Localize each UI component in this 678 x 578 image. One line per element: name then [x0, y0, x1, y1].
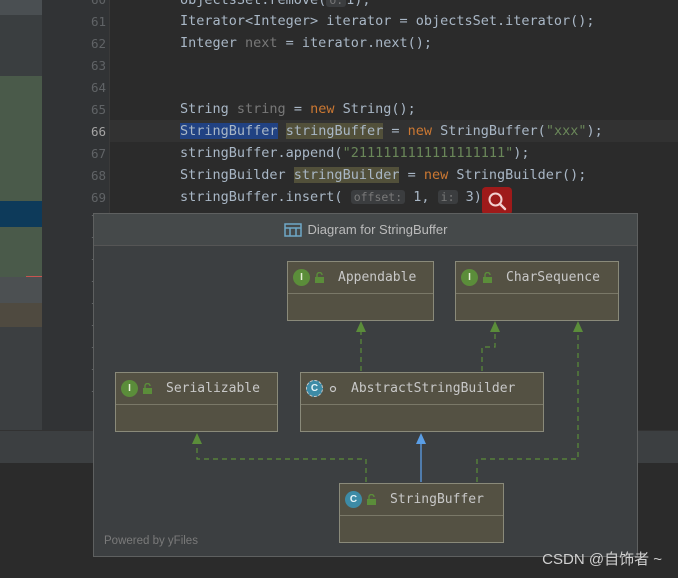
unused-variable: string: [236, 101, 286, 117]
parameter-hint: o:: [326, 0, 347, 7]
keyword: new: [423, 167, 449, 183]
keyword: new: [310, 101, 335, 117]
implements-edge: [481, 321, 500, 371]
panel-row: [0, 277, 42, 303]
package-private-icon: [329, 385, 337, 392]
line-number: 60: [42, 0, 106, 11]
code-line[interactable]: Iterator<Integer> iterator = objectsSet.…: [180, 10, 595, 32]
code-token: 1,: [405, 189, 438, 205]
code-line[interactable]: stringBuffer.append("2111111111111111111…: [180, 142, 530, 164]
parameter-hint: i:: [437, 190, 458, 204]
node-header: I Serializable: [116, 373, 277, 405]
line-number: 67: [90, 146, 106, 161]
node-charsequence[interactable]: I CharSequence: [455, 261, 619, 321]
watermark: CSDN @自饰者 ~: [542, 551, 662, 568]
line-number: 62: [90, 36, 106, 51]
node-name: Appendable: [338, 270, 417, 285]
implements-edge: [356, 321, 366, 371]
node-name: Serializable: [166, 381, 260, 396]
line-number-current: 66: [90, 124, 106, 139]
code-token: objectsSet.remove(: [180, 0, 327, 8]
interface-icon: I: [293, 269, 310, 286]
code-token: 1);: [346, 0, 371, 8]
panel-row: [0, 327, 42, 430]
code-token: stringBuffer.insert(: [180, 189, 351, 205]
search-icon[interactable]: [482, 187, 512, 215]
code-line[interactable]: stringBuffer.insert( offset: 1, i: 3);: [180, 186, 490, 208]
interface-icon: I: [121, 380, 138, 397]
code-token: stringBuffer.append(: [180, 145, 343, 161]
variable-usage-highlight: stringBuffer: [285, 123, 384, 139]
code-token: =: [383, 123, 408, 139]
unused-variable: next: [245, 35, 278, 51]
code-token: =: [285, 101, 311, 117]
node-name: StringBuffer: [390, 492, 484, 507]
interface-icon: I: [461, 269, 478, 286]
powered-by-label: Powered by yFiles: [104, 535, 198, 547]
line-number: 63: [90, 58, 106, 73]
code-line[interactable]: Integer next = iterator.next();: [180, 32, 432, 54]
line-number: 64: [90, 80, 106, 95]
panel-row: [0, 15, 42, 76]
node-serializable[interactable]: I Serializable: [115, 372, 278, 432]
line-number: 69: [90, 190, 106, 205]
code-token: =: [399, 167, 424, 183]
code-token: );: [513, 145, 530, 161]
parameter-hint: offset:: [350, 190, 406, 204]
panel-row: [0, 227, 42, 277]
variable-usage-highlight: stringBuilder: [293, 167, 400, 183]
line-number: 68: [90, 168, 106, 183]
selected-type: StringBuffer: [180, 123, 278, 139]
node-header: I CharSequence: [456, 262, 618, 294]
line-number: 65: [90, 102, 106, 117]
code-token: StringBuilder();: [448, 167, 587, 183]
unlock-icon: [315, 271, 324, 283]
abstract-class-icon: C: [306, 380, 323, 397]
unlock-icon: [367, 493, 376, 505]
extends-edge: [416, 433, 426, 482]
code-token: Integer: [180, 35, 246, 51]
code-token: StringBuilder: [180, 167, 294, 183]
line-number: 61: [90, 14, 106, 29]
node-name: AbstractStringBuilder: [351, 381, 516, 396]
panel-row: [0, 76, 42, 201]
node-header: C StringBuffer: [340, 484, 503, 516]
code-token: String();: [334, 101, 416, 117]
node-header: C AbstractStringBuilder: [301, 373, 543, 405]
node-appendable[interactable]: I Appendable: [287, 261, 434, 321]
node-abstractstringbuilder[interactable]: C AbstractStringBuilder: [300, 372, 544, 432]
code-token: Iterator<Integer> iterator = objectsSet.…: [180, 13, 595, 29]
unlock-icon: [483, 271, 492, 283]
unlock-icon: [143, 382, 152, 394]
code-token: = iterator.next();: [277, 35, 432, 51]
string-literal: "xxx": [545, 123, 587, 139]
code-token: StringBuffer(: [432, 123, 546, 139]
node-stringbuffer[interactable]: C StringBuffer: [339, 483, 504, 543]
code-token: );: [586, 123, 603, 139]
string-literal: "2111111111111111111": [342, 145, 514, 161]
code-line[interactable]: StringBuffer stringBuffer = new StringBu…: [180, 120, 603, 142]
structure-panel: [0, 0, 42, 430]
node-name: CharSequence: [506, 270, 600, 285]
node-header: I Appendable: [288, 262, 433, 294]
search-icon-glyph: [488, 192, 507, 211]
implements-edge: [192, 433, 367, 482]
code-line[interactable]: String string = new String();: [180, 98, 416, 120]
class-icon: C: [345, 491, 362, 508]
code-line[interactable]: StringBuilder stringBuilder = new String…: [180, 164, 586, 186]
keyword: new: [407, 123, 433, 139]
panel-row: [0, 303, 42, 327]
error-marker: [26, 276, 42, 277]
panel-row: [0, 0, 42, 15]
class-diagram-popup[interactable]: Diagram for StringBuffer I Appendable I …: [93, 213, 638, 557]
code-token: String: [180, 101, 237, 117]
panel-row-selected: [0, 201, 42, 227]
